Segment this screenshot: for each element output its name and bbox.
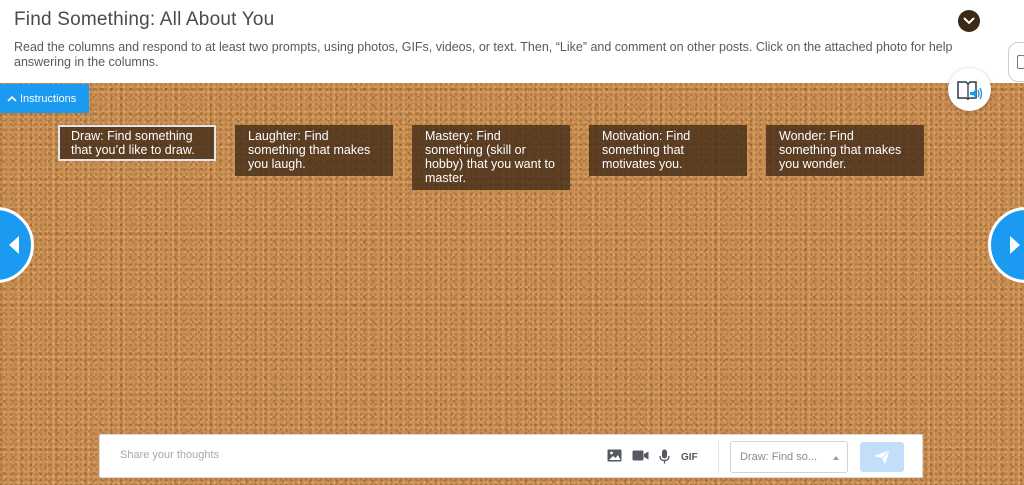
arrow-right-icon <box>1010 236 1020 254</box>
column-mastery[interactable]: Mastery: Find something (skill or hobby)… <box>412 125 570 190</box>
image-icon[interactable] <box>607 449 622 467</box>
read-aloud-icon <box>956 80 982 100</box>
column-select[interactable]: Draw: Find so... <box>730 441 848 473</box>
page-description: Read the columns and respond to at least… <box>14 40 953 69</box>
read-aloud-button[interactable] <box>948 68 991 111</box>
post-composer: GIF Draw: Find so... <box>99 434 923 478</box>
video-icon[interactable] <box>632 449 649 467</box>
caret-up-icon <box>833 456 839 460</box>
collapse-header-button[interactable] <box>958 10 980 32</box>
send-icon <box>874 449 891 464</box>
share-thoughts-input[interactable] <box>120 449 580 461</box>
page-title: Find Something: All About You <box>14 9 275 30</box>
column-select-value: Draw: Find so... <box>740 451 818 463</box>
gif-button[interactable]: GIF <box>681 452 698 463</box>
composer-divider <box>718 441 719 473</box>
microphone-icon[interactable] <box>659 449 670 469</box>
chevron-up-icon <box>7 95 17 102</box>
chevron-down-icon <box>963 17 975 25</box>
column-draw[interactable]: Draw: Find something that you’d like to … <box>58 125 216 161</box>
column-laughter[interactable]: Laughter: Find something that makes you … <box>235 125 393 176</box>
document-icon <box>1017 55 1024 69</box>
arrow-left-icon <box>9 236 19 254</box>
header: Find Something: All About You Read the c… <box>0 0 1024 83</box>
instructions-label: Instructions <box>20 92 77 105</box>
instructions-toggle[interactable]: Instructions <box>0 84 89 113</box>
side-panel-tab[interactable] <box>1008 42 1024 82</box>
column-wonder[interactable]: Wonder: Find something that makes you wo… <box>766 125 924 176</box>
column-motivation[interactable]: Motivation: Find something that motivate… <box>589 125 747 176</box>
send-button[interactable] <box>860 442 904 472</box>
